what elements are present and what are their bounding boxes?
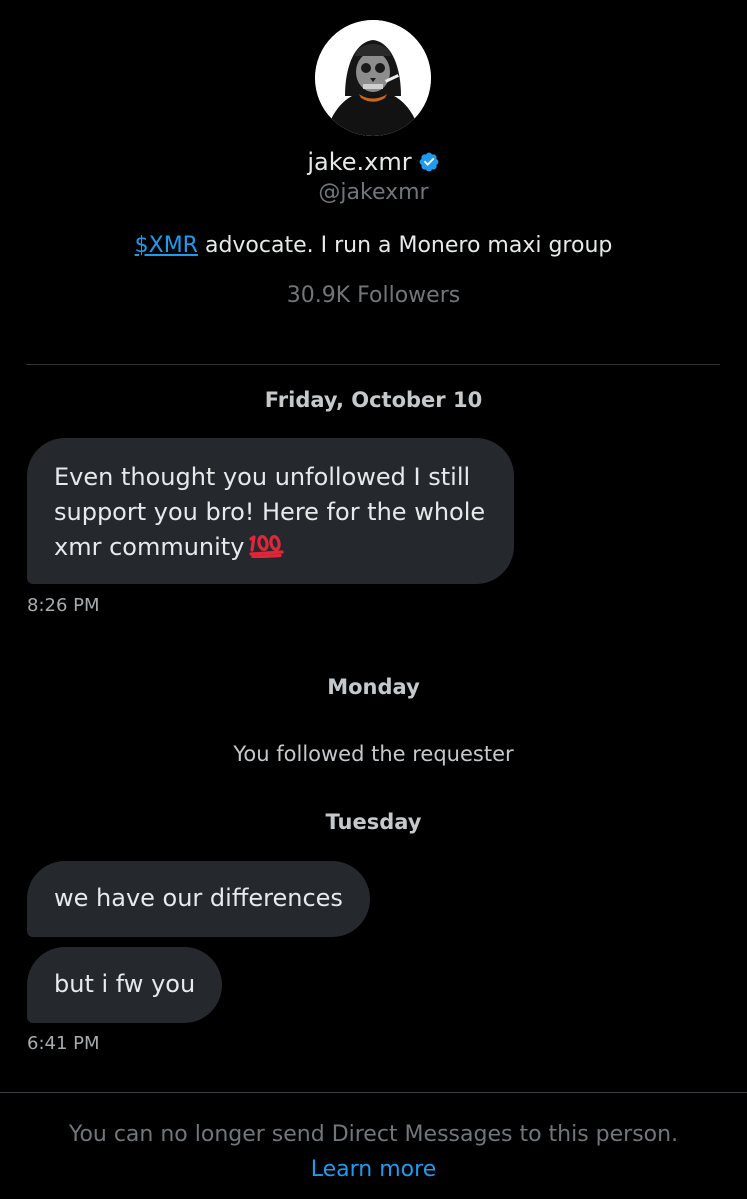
hundred-points-icon <box>248 532 286 568</box>
profile-name-row: jake.xmr <box>0 146 747 181</box>
date-separator-monday: Monday <box>327 675 420 699</box>
verified-badge-icon <box>418 149 440 181</box>
cashtag-link[interactable]: $XMR <box>135 233 198 258</box>
bio-text: advocate. I run a Monero maxi group <box>197 233 613 258</box>
profile-bio: $XMR advocate. I run a Monero maxi group <box>0 231 747 261</box>
dm-restriction-notice: You can no longer send Direct Messages t… <box>40 1117 707 1187</box>
notice-text: You can no longer send Direct Messages t… <box>68 1122 679 1147</box>
message-bubble[interactable]: we have our differences <box>27 861 370 937</box>
message-text: but i fw you <box>54 970 196 998</box>
date-separator-friday: Friday, October 10 <box>264 388 483 412</box>
footer-divider <box>0 1092 747 1093</box>
learn-more-link[interactable]: Learn more <box>311 1157 436 1182</box>
follower-count[interactable]: 30.9K Followers <box>0 281 747 311</box>
date-separator-tuesday: Tuesday <box>325 810 422 834</box>
message-timestamp: 6:41 PM <box>27 1033 100 1054</box>
message-timestamp: 8:26 PM <box>27 595 100 616</box>
message-bubble[interactable]: Even thought you unfollowed I still supp… <box>27 438 514 584</box>
display-name[interactable]: jake.xmr <box>307 148 411 176</box>
profile-handle[interactable]: @jakexmr <box>0 178 747 208</box>
message-text: we have our differences <box>54 884 343 912</box>
avatar[interactable] <box>315 20 431 136</box>
system-event: You followed the requester <box>233 742 514 766</box>
header-divider <box>26 364 720 365</box>
message-bubble[interactable]: but i fw you <box>27 947 223 1023</box>
